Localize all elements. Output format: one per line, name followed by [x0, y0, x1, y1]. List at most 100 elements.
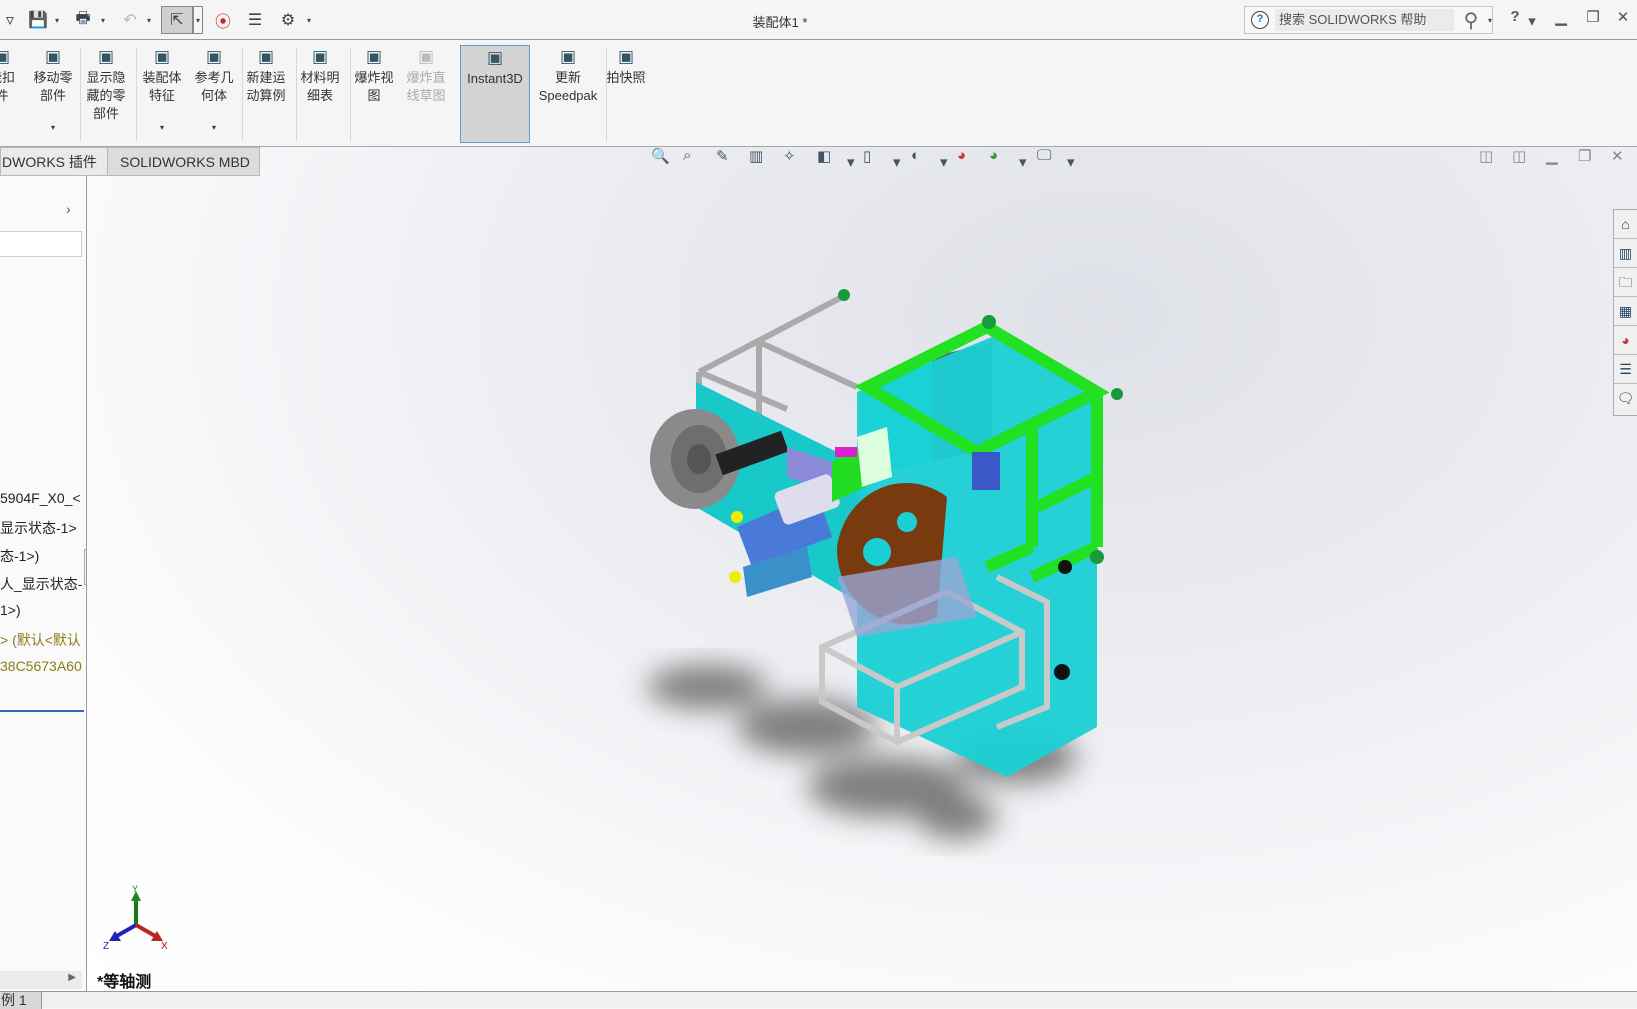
print-dropdown[interactable]: ▾ — [98, 8, 108, 32]
reference-geometry-button[interactable]: ▣ 参考几 何体 ▾ — [188, 45, 240, 143]
move-component-button[interactable]: ▣ 移动零 部件 ▾ — [28, 45, 78, 143]
ribbon-label: 显示隐 藏的零 部件 — [86, 70, 126, 121]
hide-show-items-icon[interactable]: ◐ — [911, 147, 920, 164]
chevron-down-icon[interactable]: ▾ — [188, 119, 240, 137]
select-icon[interactable]: ⇱ — [161, 6, 193, 34]
tree-item[interactable]: > (默认<默认 — [0, 630, 84, 650]
view-orientation-icon[interactable]: ◧ — [817, 147, 831, 165]
ribbon-label: 爆炸直 线草图 — [406, 70, 446, 103]
view-palette-icon[interactable]: ▦ — [1614, 297, 1637, 326]
previous-view-icon[interactable]: ✎ — [716, 147, 729, 165]
rebuild-icon[interactable]: ⦿ — [212, 8, 234, 32]
expand-chevron-icon[interactable]: › — [66, 201, 71, 217]
assembly-feature-icon: ▣ — [153, 47, 171, 66]
tab-mbd[interactable]: SOLIDWORKS MBD — [107, 147, 260, 176]
tree-item[interactable]: 38C5673A60 — [0, 658, 84, 674]
exploded-view-button[interactable]: ▣ 爆炸视 图 — [348, 45, 400, 143]
undo-icon[interactable]: ↶ — [118, 8, 142, 32]
assembly-model[interactable] — [87, 147, 1637, 991]
smart-fastener-button[interactable]: ▣ 能扣 件 — [0, 45, 24, 143]
view-orientation-dropdown[interactable]: ▾ — [847, 153, 855, 171]
undo-dropdown[interactable]: ▾ — [144, 8, 154, 32]
zoom-to-fit-icon[interactable]: 🔍 — [651, 147, 670, 165]
tile-right-icon[interactable]: ◫ — [1512, 147, 1526, 165]
assembly-feature-button[interactable]: ▣ 装配体 特征 ▾ — [136, 45, 188, 143]
filter-input[interactable] — [0, 231, 82, 257]
ribbon-label: 新建运 动算例 — [246, 70, 286, 103]
options-dropdown[interactable]: ▾ — [304, 8, 314, 32]
graphics-area[interactable]: 🔍 ⌕ ✎ ▥ ✧ ◧ ▾ ▯ ▾ ◐ ▾ ◕ ◕ ▾ 🖵 ▾ ◫ ◫ ▁ ❐ … — [86, 147, 1637, 991]
chevron-down-icon[interactable]: ▾ — [28, 119, 78, 137]
speedpak-button[interactable]: ▣ 更新 Speedpak — [534, 45, 602, 143]
close-button[interactable]: ✕ — [1610, 8, 1636, 26]
explode-line-icon: ▣ — [417, 47, 435, 66]
view-settings-icon[interactable]: 🖵 — [1037, 147, 1051, 164]
save-dropdown[interactable]: ▾ — [52, 8, 62, 32]
scene-dropdown[interactable]: ▾ — [1019, 153, 1027, 171]
explode-line-button[interactable]: ▣ 爆炸直 线草图 — [400, 45, 452, 143]
search-icon[interactable]: ⚲ — [1454, 8, 1488, 33]
chevron-down-icon[interactable]: ▾ — [136, 119, 188, 137]
snapshot-button[interactable]: ▣ 拍快照 — [600, 45, 652, 143]
tree-item[interactable]: 1>) — [0, 602, 84, 618]
solidworks-resources-icon[interactable]: ⌂ — [1614, 210, 1637, 239]
print-icon[interactable]: 🖶 — [70, 8, 96, 32]
search-dropdown[interactable]: ▾ — [1488, 16, 1492, 25]
doc-minimize-icon[interactable]: ▁ — [1546, 147, 1558, 165]
view-settings-dropdown[interactable]: ▾ — [1067, 153, 1075, 171]
ribbon-label: 移动零 部件 — [33, 70, 73, 103]
doc-restore-icon[interactable]: ❐ — [1578, 147, 1591, 165]
hide-show-dropdown[interactable]: ▾ — [940, 153, 948, 171]
design-library-icon[interactable]: ▥ — [1614, 239, 1637, 268]
tree-item[interactable]: 显示状态-1> — [0, 518, 84, 538]
restore-button[interactable]: ❐ — [1580, 8, 1606, 26]
tree-item[interactable]: 5904F_X0_< — [0, 490, 84, 506]
edit-appearance-icon[interactable]: ◕ — [957, 147, 966, 164]
apply-scene-icon[interactable]: ◕ — [989, 147, 998, 164]
x-label: X — [161, 941, 168, 952]
snapshot-icon: ▣ — [617, 47, 635, 66]
smart-fastener-icon: ▣ — [0, 47, 11, 66]
motion-study-button[interactable]: ▣ 新建运 动算例 — [240, 45, 292, 143]
tile-left-icon[interactable]: ◫ — [1479, 147, 1493, 165]
ribbon-label: 能扣 件 — [0, 70, 15, 103]
tree-item[interactable]: 态-1>) — [0, 546, 84, 566]
open-icon[interactable]: ▿ — [0, 8, 20, 32]
doc-close-icon[interactable]: ✕ — [1611, 147, 1624, 165]
help-button[interactable]: ? — [1502, 8, 1528, 25]
help-dropdown[interactable]: ▾ — [1526, 12, 1538, 30]
triad-axes: Y Z X — [103, 885, 168, 952]
file-explorer-icon[interactable]: 🗀 — [1614, 268, 1637, 297]
tree-item[interactable]: 人_显示状态-1 — [0, 574, 84, 594]
zoom-to-area-icon[interactable]: ⌕ — [683, 147, 691, 164]
minimize-button[interactable]: ▁ — [1548, 8, 1574, 26]
ribbon-label: 爆炸视 图 — [354, 70, 394, 103]
forum-icon[interactable]: 🗨 — [1614, 384, 1637, 413]
options-icon[interactable]: ⚙ — [276, 8, 300, 32]
ribbon-label: Instant3D — [467, 71, 523, 86]
file-properties-icon[interactable]: ☰ — [242, 8, 268, 32]
rollback-bar[interactable] — [0, 710, 84, 712]
help-search-input[interactable]: 搜索 SOLIDWORKS 帮助 — [1275, 9, 1454, 31]
appearances-icon[interactable]: ◕ — [1614, 326, 1637, 355]
show-hidden-button[interactable]: ▣ 显示隐 藏的零 部件 — [80, 45, 132, 143]
ribbon-label: 更新 Speedpak — [538, 70, 598, 103]
custom-properties-icon[interactable]: ☰ — [1614, 355, 1637, 384]
configuration-tab[interactable]: 例 1 — [0, 992, 42, 1009]
reference-geometry-icon: ▣ — [205, 47, 223, 66]
tab-addins[interactable]: DWORKS 插件 — [0, 147, 108, 176]
dynamic-annotation-icon[interactable]: ✧ — [783, 147, 796, 165]
display-style-icon[interactable]: ▯ — [863, 147, 871, 165]
horizontal-scrollbar[interactable]: ▶ — [0, 971, 82, 989]
instant3d-button[interactable]: ▣ Instant3D — [460, 45, 530, 143]
save-icon[interactable]: 💾 — [26, 8, 50, 32]
bom-button[interactable]: ▣ 材料明 细表 — [294, 45, 346, 143]
help-search[interactable]: ? 搜索 SOLIDWORKS 帮助 ⚲ ▾ — [1244, 6, 1493, 34]
section-view-icon[interactable]: ▥ — [749, 147, 763, 165]
scroll-right-icon[interactable]: ▶ — [68, 972, 76, 983]
heads-up-toolbar: 🔍 ⌕ ✎ ▥ ✧ ◧ ▾ ▯ ▾ ◐ ▾ ◕ ◕ ▾ 🖵 ▾ ◫ ◫ ▁ ❐ … — [87, 147, 1637, 177]
ribbon-label: 参考几 何体 — [194, 70, 234, 103]
display-style-dropdown[interactable]: ▾ — [893, 153, 901, 171]
select-dropdown[interactable]: ▾ — [193, 6, 203, 34]
show-hidden-icon: ▣ — [97, 47, 115, 66]
